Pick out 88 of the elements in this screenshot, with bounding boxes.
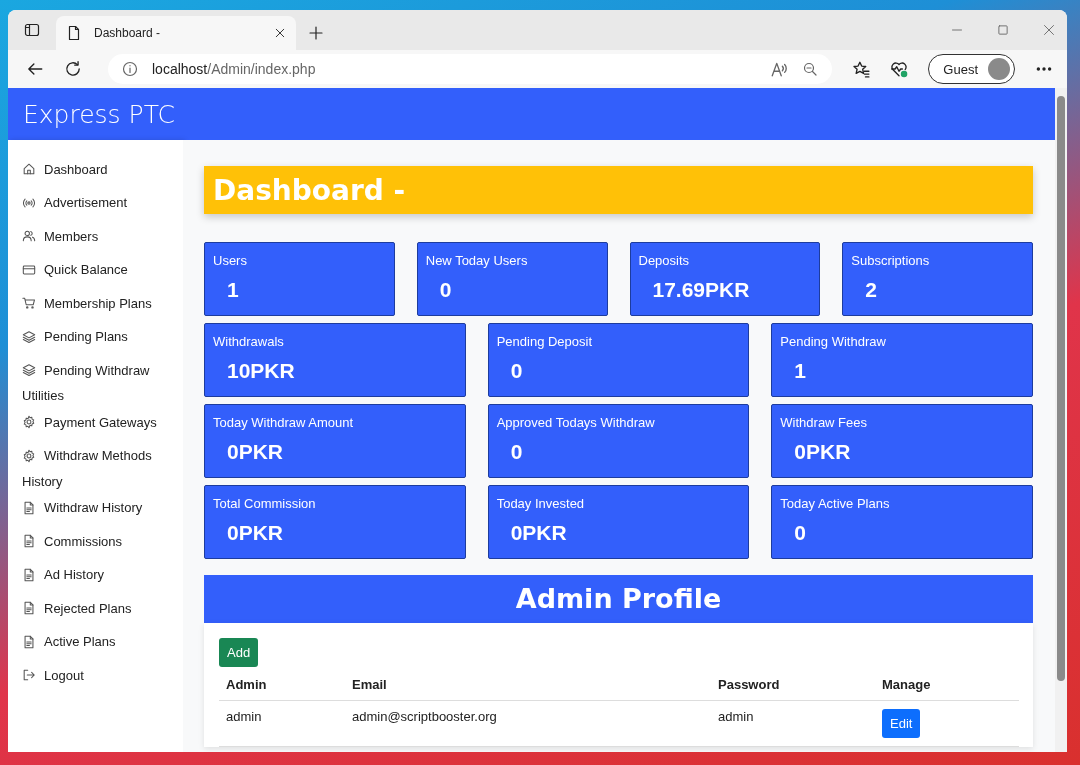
close-icon[interactable] <box>274 27 286 39</box>
zoom-out-icon[interactable] <box>802 61 819 77</box>
column-header: Email <box>345 671 711 701</box>
sidebar-link[interactable]: Payment Gateways <box>22 412 157 432</box>
card-icon <box>22 262 36 277</box>
stat-label: Today Active Plans <box>780 496 891 511</box>
sidebar-link[interactable]: Ad History <box>22 564 104 585</box>
stat-value: 10PKR <box>227 359 296 383</box>
stat-label: Total Commission <box>213 496 317 511</box>
stat-value: 1 <box>227 278 240 302</box>
stat-value: 0 <box>510 440 524 464</box>
gear-icon <box>22 415 36 429</box>
read-aloud-icon[interactable] <box>770 60 789 78</box>
table-cell: admin@scriptbooster.org <box>345 700 711 747</box>
sidebar-heading: Utilities <box>22 388 64 404</box>
page-icon <box>66 25 82 41</box>
column-header: Manage <box>875 671 1019 701</box>
page-title: Dashboard - <box>204 166 1033 214</box>
stat-label: Deposits <box>638 253 691 268</box>
document-icon <box>22 534 36 548</box>
sidebar-heading: History <box>22 473 63 490</box>
stat-label: Today Withdraw Amount <box>213 415 355 430</box>
column-header: Password <box>711 671 875 701</box>
home-icon <box>22 162 36 176</box>
tab-title: Dashboard - <box>94 26 162 40</box>
stat-label: Subscriptions <box>851 253 931 268</box>
plus-icon[interactable] <box>308 25 324 41</box>
stat-label: Approved Todays Withdraw <box>496 415 656 430</box>
stat-value: 0PKR <box>227 521 285 545</box>
stat-value: 0 <box>794 521 807 545</box>
table-cell: admin <box>711 700 875 747</box>
reload-icon[interactable] <box>64 60 82 78</box>
sidebar-link[interactable]: Quick Balance <box>22 259 128 280</box>
document-icon <box>22 500 36 515</box>
address-bar[interactable]: localhost/Admin/index.php <box>108 54 833 84</box>
favorites-star-icon[interactable] <box>852 60 871 78</box>
info-icon[interactable] <box>122 61 138 77</box>
sidebar-link[interactable]: Dashboard <box>22 159 108 179</box>
sidebar-link[interactable]: Pending Withdraw <box>22 360 150 380</box>
back-arrow-icon[interactable] <box>26 60 44 78</box>
profile-button[interactable]: Guest <box>928 54 1015 84</box>
sidebar-link[interactable]: Rejected Plans <box>22 598 132 618</box>
stat-label: Pending Withdraw <box>780 334 887 349</box>
document-icon <box>22 601 36 615</box>
column-header: Admin <box>219 671 345 701</box>
site-title[interactable]: Express PTC <box>23 99 175 129</box>
stat-label: Today Invested <box>496 496 586 511</box>
stat-value: 0PKR <box>510 521 568 545</box>
stat-label: Withdrawals <box>213 334 285 349</box>
stat-label: Pending Deposit <box>496 334 594 349</box>
sidebar-link[interactable]: Withdraw Methods <box>22 445 152 466</box>
stat-value: 17.69PKR <box>652 278 751 302</box>
cart-icon <box>22 296 36 310</box>
edit-button[interactable]: Edit <box>882 709 921 738</box>
add-button[interactable]: Add <box>219 638 259 667</box>
logout-icon <box>22 668 36 682</box>
layers-icon <box>22 363 36 377</box>
stat-label: Users <box>213 253 248 268</box>
layers-icon <box>22 329 36 344</box>
stat-label: Withdraw Fees <box>780 415 869 430</box>
scrollbar-thumb[interactable] <box>1057 96 1065 681</box>
browser-tab[interactable]: Dashboard - <box>56 16 296 50</box>
url-text: localhost/Admin/index.php <box>152 61 317 77</box>
stat-label: New Today Users <box>425 253 529 268</box>
sidebar-link[interactable]: Commissions <box>22 531 122 551</box>
stat-value: 1 <box>794 359 807 383</box>
sidebar-link[interactable]: Advertisement <box>22 192 128 213</box>
sidebar-link[interactable]: Members <box>22 226 99 246</box>
avatar-icon <box>988 58 1010 80</box>
sidebar-link[interactable]: Withdraw History <box>22 497 143 518</box>
people-icon <box>22 229 36 243</box>
section-title: Admin Profile <box>204 575 1033 623</box>
heart-pulse-icon[interactable] <box>890 60 909 78</box>
sidebar-link[interactable]: Pending Plans <box>22 326 128 347</box>
table-cell: admin <box>219 700 345 747</box>
stat-value: 0PKR <box>794 440 852 464</box>
gear-icon <box>22 448 36 463</box>
sidebar-link[interactable]: Logout <box>22 665 84 685</box>
document-icon <box>22 567 36 582</box>
stat-value: 0PKR <box>227 440 285 464</box>
sidebar-link[interactable]: Active Plans <box>22 631 116 652</box>
stat-value: 0 <box>439 278 453 302</box>
sidebar-toggle-icon[interactable] <box>24 22 40 38</box>
sidebar-link[interactable]: Membership Plans <box>22 293 152 313</box>
document-icon <box>22 634 36 649</box>
stat-value: 2 <box>865 278 878 302</box>
stat-value: 0 <box>510 359 524 383</box>
scrollbar[interactable] <box>1055 88 1067 752</box>
